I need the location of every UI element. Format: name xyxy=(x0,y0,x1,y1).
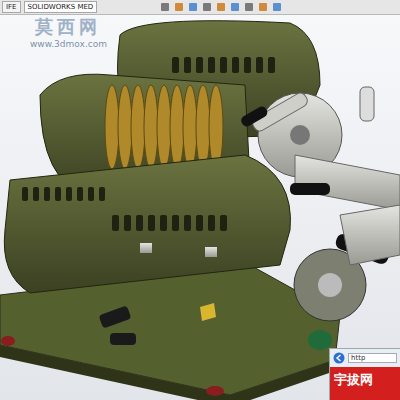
view-tool-icon[interactable] xyxy=(272,2,282,12)
view-tool-icon[interactable] xyxy=(188,2,198,12)
view-tool-icon[interactable] xyxy=(174,2,184,12)
view-tool-icon[interactable] xyxy=(216,2,226,12)
view-tool-icon[interactable] xyxy=(258,2,268,12)
view-tools xyxy=(160,2,282,12)
graphics-area[interactable]: 莫西网www.3dmox.com http 宇拔网 xyxy=(0,15,400,400)
site-banner[interactable]: 宇拔网 xyxy=(330,367,400,400)
watermark-title: 莫西网 xyxy=(30,15,107,39)
view-tool-icon[interactable] xyxy=(230,2,240,12)
browser-popup: http 宇拔网 xyxy=(329,348,400,400)
view-tool-icon[interactable] xyxy=(202,2,212,12)
view-tool-icon[interactable] xyxy=(160,2,170,12)
cad-window: IFESOLIDWORKS MED莫西网www.3dmox.comhttp宇拔网 xyxy=(0,0,400,400)
watermark: 莫西网www.3dmox.com xyxy=(30,15,107,49)
toolbar-tab[interactable]: IFE xyxy=(2,1,21,13)
back-arrow-icon[interactable] xyxy=(333,352,345,364)
calculator-model-icon xyxy=(0,15,400,400)
toolbar-tab[interactable]: SOLIDWORKS MED xyxy=(24,1,98,13)
toolbar: IFESOLIDWORKS MED xyxy=(0,0,400,15)
watermark-url: www.3dmox.com xyxy=(30,39,107,49)
view-tool-icon[interactable] xyxy=(244,2,254,12)
address-field[interactable]: http xyxy=(348,353,397,363)
browser-toolbar: http xyxy=(330,349,400,367)
